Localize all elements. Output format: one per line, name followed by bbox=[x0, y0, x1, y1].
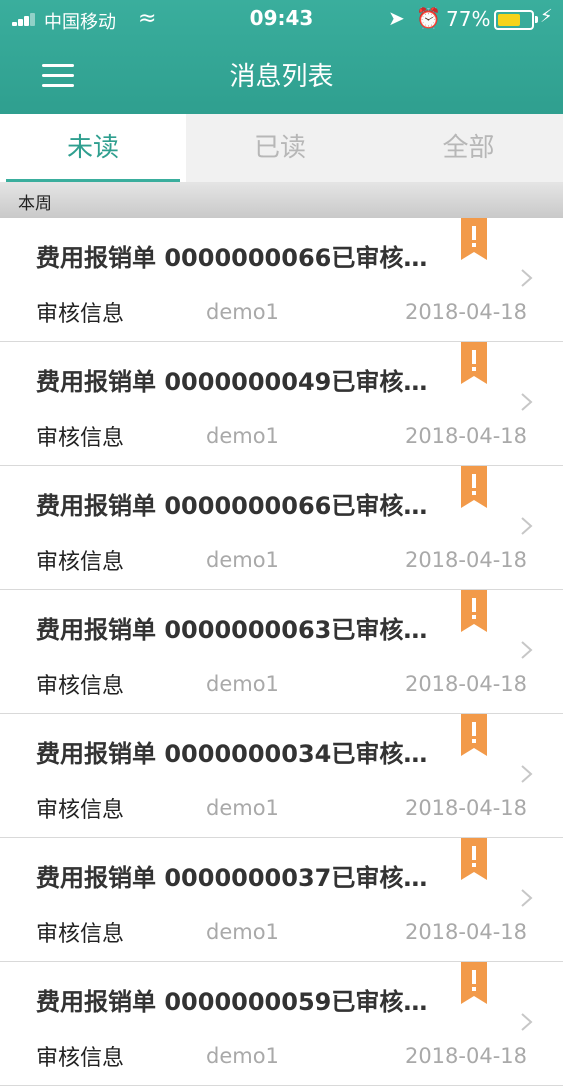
chevron-right-icon bbox=[521, 1013, 533, 1031]
unread-flag-icon bbox=[461, 590, 487, 632]
battery-percent: 77% bbox=[446, 7, 491, 31]
message-title: 费用报销单 0000000063已审核… bbox=[36, 616, 428, 644]
message-item[interactable]: 费用报销单 0000000066已审核… 审核信息 demo1 2018-04-… bbox=[0, 218, 563, 342]
message-date: 2018-04-18 bbox=[404, 548, 527, 572]
message-date: 2018-04-18 bbox=[404, 796, 527, 820]
message-type: 审核信息 bbox=[36, 922, 125, 947]
chevron-right-icon bbox=[521, 517, 533, 535]
message-item[interactable]: 费用报销单 0000000037已审核… 审核信息 demo1 2018-04-… bbox=[0, 838, 563, 962]
message-sender: demo1 bbox=[206, 1044, 279, 1068]
message-item[interactable]: 费用报销单 0000000059已审核… 审核信息 demo1 2018-04-… bbox=[0, 962, 563, 1086]
message-sender: demo1 bbox=[206, 548, 279, 572]
message-item[interactable]: 费用报销单 0000000034已审核… 审核信息 demo1 2018-04-… bbox=[0, 714, 563, 838]
chevron-right-icon bbox=[521, 889, 533, 907]
status-bar: 中国移动 ≈ 09:43 ➤ ⏰ 77% ⚡ bbox=[0, 0, 563, 38]
message-item[interactable]: 费用报销单 0000000066已审核… 审核信息 demo1 2018-04-… bbox=[0, 466, 563, 590]
message-sender: demo1 bbox=[206, 796, 279, 820]
message-date: 2018-04-18 bbox=[404, 300, 527, 324]
tab-read[interactable]: 已读 bbox=[186, 114, 374, 182]
location-arrow-icon: ➤ bbox=[388, 6, 405, 30]
message-type: 审核信息 bbox=[36, 674, 125, 699]
chevron-right-icon bbox=[521, 393, 533, 411]
section-header: 本周 bbox=[0, 182, 563, 218]
charging-bolt-icon: ⚡ bbox=[540, 6, 553, 27]
message-sender: demo1 bbox=[206, 920, 279, 944]
chevron-right-icon bbox=[521, 765, 533, 783]
message-item[interactable]: 费用报销单 0000000049已审核… 审核信息 demo1 2018-04-… bbox=[0, 342, 563, 466]
tab-unread[interactable]: 未读 bbox=[0, 114, 186, 182]
message-type: 审核信息 bbox=[36, 550, 125, 575]
message-sender: demo1 bbox=[206, 424, 279, 448]
message-date: 2018-04-18 bbox=[404, 920, 527, 944]
message-type: 审核信息 bbox=[36, 798, 125, 823]
chevron-right-icon bbox=[521, 269, 533, 287]
tab-bar: 未读 已读 全部 bbox=[0, 114, 563, 182]
unread-flag-icon bbox=[461, 342, 487, 384]
unread-flag-icon bbox=[461, 466, 487, 508]
unread-flag-icon bbox=[461, 714, 487, 756]
battery-icon bbox=[494, 10, 538, 30]
app-header: 中国移动 ≈ 09:43 ➤ ⏰ 77% ⚡ 消息列表 bbox=[0, 0, 563, 114]
message-date: 2018-04-18 bbox=[404, 424, 527, 448]
message-list: 费用报销单 0000000066已审核… 审核信息 demo1 2018-04-… bbox=[0, 218, 563, 1086]
tab-all[interactable]: 全部 bbox=[374, 114, 563, 182]
message-title: 费用报销单 0000000066已审核… bbox=[36, 244, 428, 272]
message-item[interactable]: 费用报销单 0000000063已审核… 审核信息 demo1 2018-04-… bbox=[0, 590, 563, 714]
message-type: 审核信息 bbox=[36, 302, 125, 327]
unread-flag-icon bbox=[461, 838, 487, 880]
message-date: 2018-04-18 bbox=[404, 672, 527, 696]
message-sender: demo1 bbox=[206, 672, 279, 696]
message-sender: demo1 bbox=[206, 300, 279, 324]
message-title: 费用报销单 0000000034已审核… bbox=[36, 740, 428, 768]
page-title: 消息列表 bbox=[229, 62, 334, 92]
message-title: 费用报销单 0000000037已审核… bbox=[36, 864, 428, 892]
message-date: 2018-04-18 bbox=[404, 1044, 527, 1068]
message-title: 费用报销单 0000000066已审核… bbox=[36, 492, 428, 520]
message-title: 费用报销单 0000000049已审核… bbox=[36, 368, 428, 396]
message-type: 审核信息 bbox=[36, 426, 125, 451]
unread-flag-icon bbox=[461, 218, 487, 260]
nav-bar: 消息列表 bbox=[0, 38, 563, 114]
chevron-right-icon bbox=[521, 641, 533, 659]
unread-flag-icon bbox=[461, 962, 487, 1004]
section-label: 本周 bbox=[18, 194, 52, 214]
message-type: 审核信息 bbox=[36, 1046, 125, 1071]
alarm-clock-icon: ⏰ bbox=[416, 6, 441, 30]
